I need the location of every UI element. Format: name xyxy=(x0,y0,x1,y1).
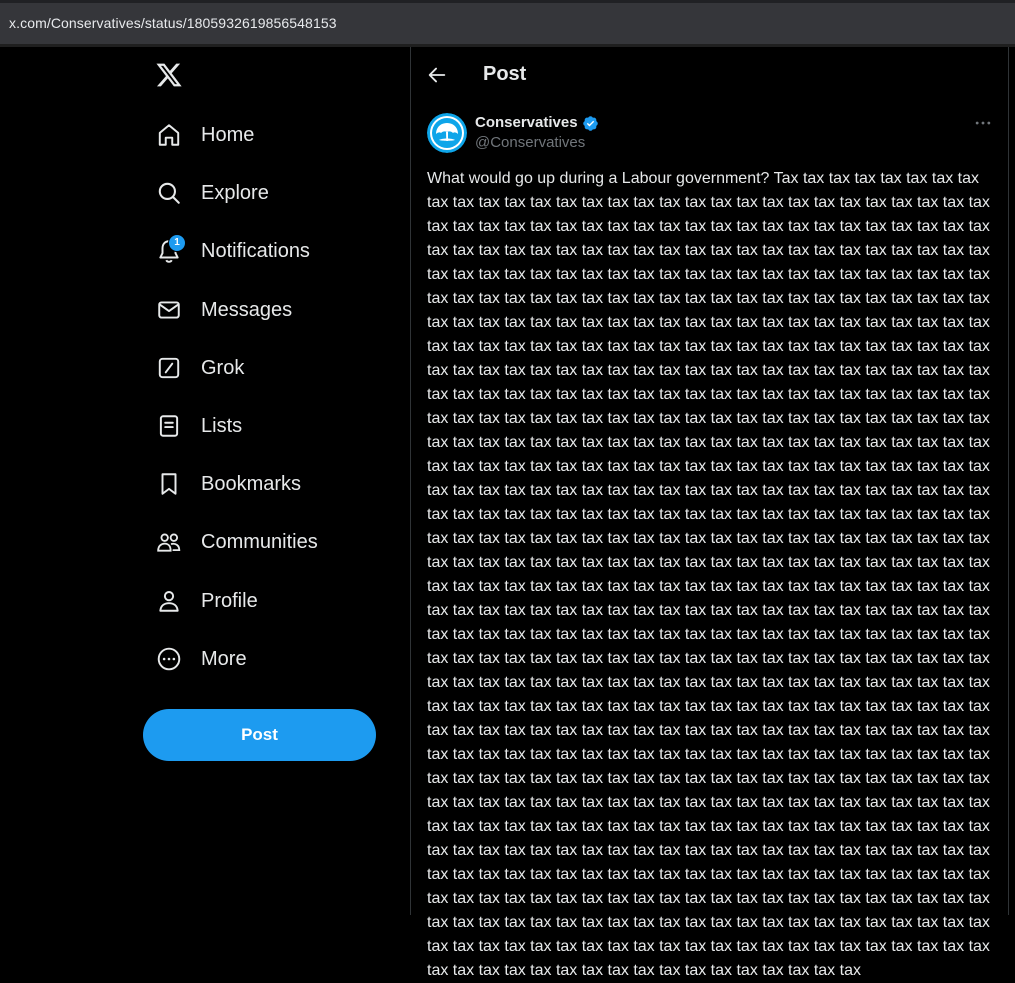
url-text[interactable]: x.com/Conservatives/status/1805932619856… xyxy=(9,15,337,31)
sidebar-item-communities[interactable]: Communities xyxy=(144,513,384,571)
sidebar-item-label: Explore xyxy=(201,182,269,205)
sidebar-item-label: Notifications xyxy=(201,240,310,263)
sidebar-item-more[interactable]: More xyxy=(144,630,384,688)
post-text: What would go up during a Labour governm… xyxy=(427,170,990,979)
sidebar-item-bookmarks[interactable]: Bookmarks xyxy=(144,455,384,513)
sidebar-item-label: Lists xyxy=(201,414,243,437)
sidebar-item-label: Communities xyxy=(201,531,318,554)
column-divider xyxy=(410,47,411,915)
sidebar-item-home[interactable]: Home xyxy=(144,106,384,164)
sidebar-item-label: More xyxy=(201,647,247,670)
more-options-icon[interactable] xyxy=(973,113,993,133)
list-icon xyxy=(159,415,179,437)
sidebar-nav: Home Explore Notifications Messages Grok… xyxy=(144,106,384,688)
sidebar-item-label: Profile xyxy=(201,589,258,612)
browser-url-bar[interactable]: x.com/Conservatives/status/1805932619856… xyxy=(0,0,1015,46)
sidebar-item-label: Bookmarks xyxy=(201,473,302,496)
arrow-left-icon[interactable] xyxy=(426,64,448,86)
envelope-icon xyxy=(158,301,180,319)
sidebar-item-messages[interactable]: Messages xyxy=(144,281,384,339)
bookmark-icon xyxy=(161,473,177,495)
sidebar-item-lists[interactable]: Lists xyxy=(144,397,384,455)
notifications-badge: 1 xyxy=(168,234,186,252)
more-circle-icon xyxy=(157,647,181,670)
author-handle[interactable]: @Conservatives xyxy=(475,134,585,151)
avatar[interactable] xyxy=(427,113,467,153)
search-icon xyxy=(158,182,180,204)
sidebar-item-label: Home xyxy=(201,124,255,146)
verified-badge-icon xyxy=(583,116,598,131)
url-bar-divider xyxy=(0,44,1015,47)
grok-icon xyxy=(158,357,180,378)
sidebar-item-label: Messages xyxy=(201,298,293,321)
sidebar-item-explore[interactable]: Explore xyxy=(144,164,384,222)
sidebar-item-label: Grok xyxy=(201,356,245,379)
home-icon xyxy=(158,124,180,146)
column-divider-right xyxy=(1008,47,1009,915)
sidebar-item-grok[interactable]: Grok xyxy=(144,339,384,397)
sidebar-item-profile[interactable]: Profile xyxy=(144,572,384,630)
conservatives-tree-logo xyxy=(427,113,467,153)
person-icon xyxy=(159,590,179,612)
author-name[interactable]: Conservatives xyxy=(475,114,578,131)
communities-icon xyxy=(157,533,181,552)
post-button[interactable]: Post xyxy=(143,709,376,761)
page-title: Post xyxy=(483,63,527,85)
x-logo-icon[interactable] xyxy=(155,61,183,89)
